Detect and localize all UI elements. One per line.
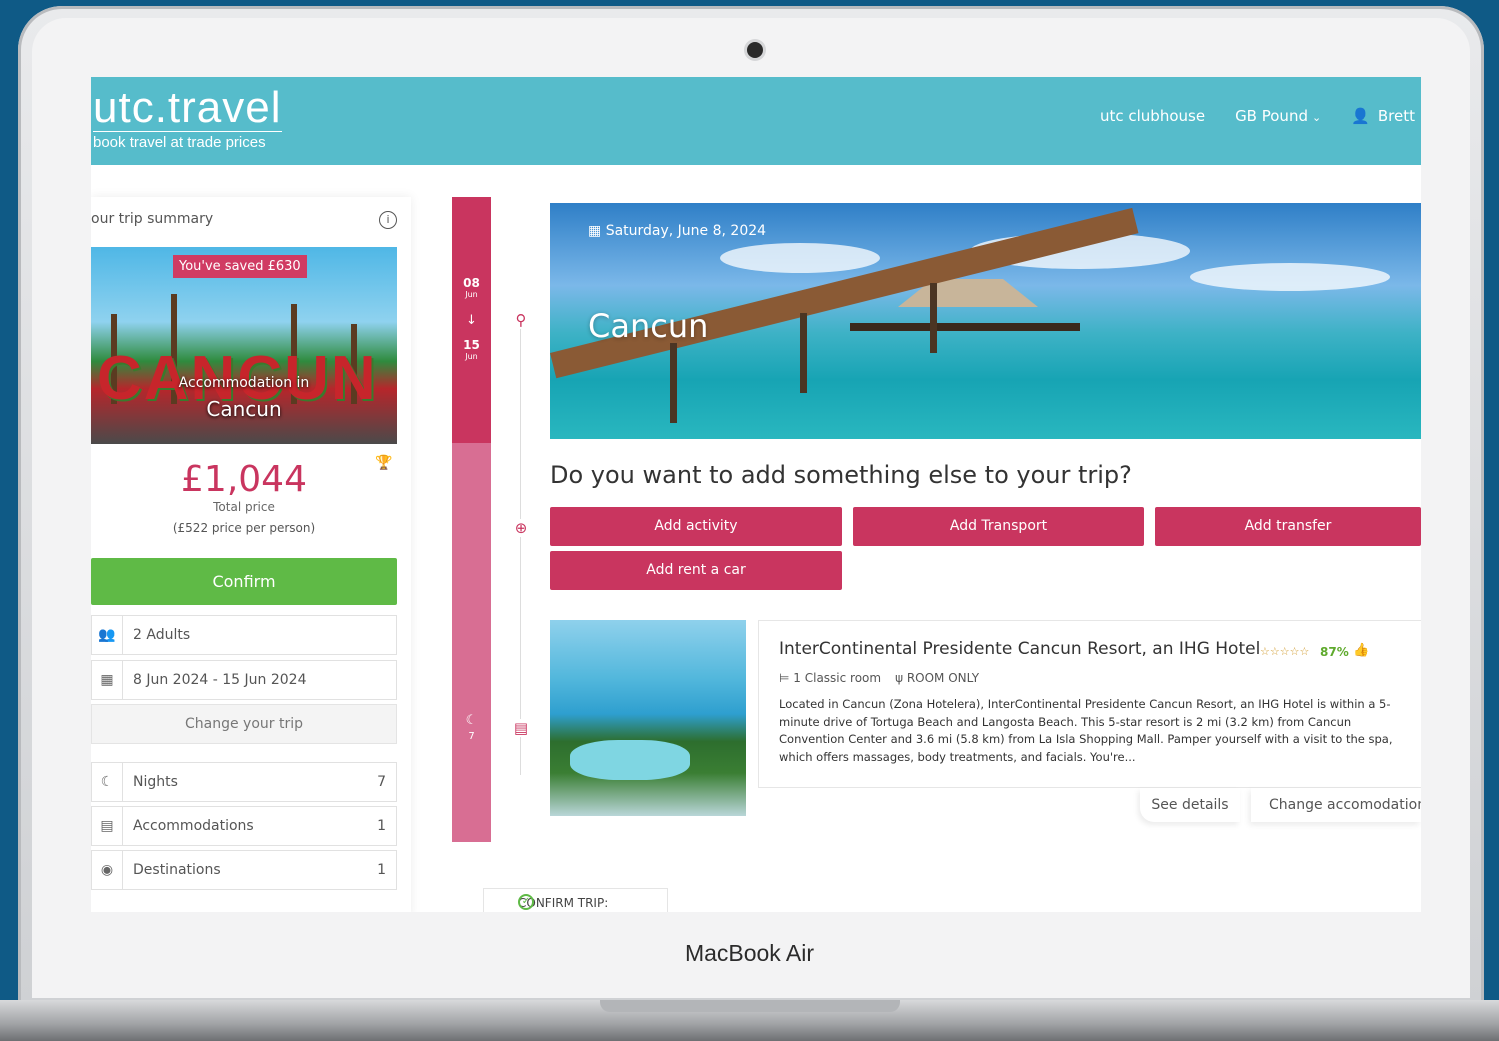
destination-image: CANCUN You've saved £630 Accommodation i… <box>91 247 397 444</box>
guest-rating: 87% <box>1320 645 1349 659</box>
accommodation-label: Accommodation in <box>178 375 310 391</box>
timeline-start-date: 08 Jun <box>452 277 491 301</box>
add-circle-icon[interactable]: ⊕ <box>512 519 530 537</box>
nights-count: 7 <box>377 774 386 790</box>
logo-text: utc.travel <box>93 83 282 132</box>
browser-screen: utc.travel book travel at trade prices u… <box>91 77 1421 912</box>
check-circle-icon: ✓ <box>518 894 534 910</box>
room-info: ⊨ 1 Classic room <box>779 671 881 685</box>
price-per-person: (£522 price per person) <box>172 521 316 535</box>
nights-label: Nights <box>133 774 178 790</box>
timeline-connector <box>520 315 521 775</box>
add-transport-button[interactable]: Add Transport <box>853 507 1144 546</box>
hotel-meta: ⊨ 1 Classic room ψ ROOM ONLY <box>779 671 979 685</box>
destinations-count: 1 <box>377 862 386 878</box>
thumbs-up-icon: 👍 <box>1353 643 1370 658</box>
accommodations-row: ▤ Accommodations 1 <box>91 806 397 846</box>
board-text: ROOM ONLY <box>906 671 980 685</box>
board-info: ψ ROOM ONLY <box>895 671 979 685</box>
end-day: 15 <box>463 338 480 352</box>
confirm-trip-tab[interactable]: ✓ CONFIRM TRIP: <box>483 888 668 912</box>
hero-city: Cancun <box>588 307 709 345</box>
timeline-nights-count: 7 <box>468 731 475 742</box>
hotel-name[interactable]: InterContinental Presidente Cancun Resor… <box>779 639 1260 659</box>
bed-icon: ▤ <box>92 807 123 845</box>
savings-badge: You've saved £630 <box>173 255 307 278</box>
nav-clubhouse[interactable]: utc clubhouse <box>1100 107 1205 125</box>
trip-summary-title: our trip summary <box>91 211 214 227</box>
hero-date-text: Saturday, June 8, 2024 <box>605 223 767 239</box>
star-rating-icon: ☆☆☆☆☆ <box>1260 645 1310 658</box>
destinations-row: ◉ Destinations 1 <box>91 850 397 890</box>
change-trip-button[interactable]: Change your trip <box>91 704 397 744</box>
cutlery-icon: ψ <box>895 671 907 685</box>
trip-summary-header: our trip summary i <box>91 211 397 229</box>
pier-post <box>930 283 937 353</box>
location-pin-icon: ◉ <box>92 851 123 889</box>
start-day: 08 <box>463 276 480 290</box>
hotel-image[interactable] <box>550 620 746 816</box>
location-pin-icon: ⚲ <box>512 311 530 329</box>
calendar-icon: ▦ <box>588 223 606 239</box>
currency-label: GB Pound <box>1235 107 1308 125</box>
cloud <box>720 243 880 273</box>
accommodations-label: Accommodations <box>133 818 254 834</box>
destination-hero: ▦ Saturday, June 8, 2024 Cancun <box>550 203 1421 439</box>
user-name: Brett <box>1377 107 1415 125</box>
bed-icon: ▤ <box>512 719 530 737</box>
hotel-description: Located in Cancun (Zona Hotelera), Inter… <box>779 697 1393 764</box>
info-icon[interactable]: i <box>379 211 397 229</box>
pier-post <box>800 313 807 393</box>
jetty <box>850 323 1080 331</box>
add-activity-button[interactable]: Add activity <box>550 507 842 546</box>
total-price-label: Total price <box>213 500 275 514</box>
top-navbar: utc.travel book travel at trade prices u… <box>91 77 1421 165</box>
logo-tagline: book travel at trade prices <box>93 131 282 151</box>
laptop-notch <box>600 1000 900 1012</box>
see-details-button[interactable]: See details <box>1140 788 1240 822</box>
hotel-card: InterContinental Presidente Cancun Resor… <box>758 620 1421 788</box>
pier-post <box>670 343 677 423</box>
chevron-down-icon: ⌄ <box>1311 111 1322 124</box>
trip-summary-panel: our trip summary i CANCUN You've saved £… <box>91 197 411 912</box>
start-month: Jun <box>465 290 478 299</box>
camera-icon <box>747 42 763 58</box>
bed-icon: ⊨ <box>779 671 794 685</box>
user-menu[interactable]: 👤 Brett <box>1351 107 1415 125</box>
room-text: 1 Classic room <box>793 671 882 685</box>
total-price: £1,044 <box>181 459 307 500</box>
addons-question: Do you want to add something else to you… <box>550 461 1132 489</box>
travellers-field[interactable]: 👥 2 Adults <box>91 615 397 655</box>
travellers-value: 2 Adults <box>133 627 191 643</box>
destinations-label: Destinations <box>133 862 221 878</box>
accommodation-city: Cancun <box>206 397 282 421</box>
top-nav: utc clubhouse GB Pound ⌄ 👤 Brett <box>1100 107 1415 125</box>
end-month: Jun <box>465 352 478 361</box>
confirm-button[interactable]: Confirm <box>91 558 397 605</box>
people-icon: 👥 <box>92 616 123 654</box>
add-transfer-button[interactable]: Add transfer <box>1155 507 1421 546</box>
hero-date: ▦ Saturday, June 8, 2024 <box>588 223 766 239</box>
moon-icon: ☾ <box>92 763 123 801</box>
user-icon: 👤 <box>1351 107 1370 125</box>
add-rent-a-car-button[interactable]: Add rent a car <box>550 551 842 590</box>
moon-icon: ☾ <box>465 713 478 728</box>
logo[interactable]: utc.travel book travel at trade prices <box>93 83 282 151</box>
change-accommodation-button[interactable]: Change accomodation <box>1251 788 1421 822</box>
calendar-icon: ▦ <box>92 661 123 699</box>
accommodations-count: 1 <box>377 818 386 834</box>
currency-dropdown[interactable]: GB Pound ⌄ <box>1235 107 1321 125</box>
dates-value: 8 Jun 2024 - 15 Jun 2024 <box>133 672 307 688</box>
timeline-end-date: 15 Jun <box>452 339 491 363</box>
nights-row: ☾ Nights 7 <box>91 762 397 802</box>
cloud <box>1190 263 1390 291</box>
timeline-nights: ☾ 7 <box>452 713 491 743</box>
device-brand: MacBook Air <box>684 940 815 966</box>
arrow-down-icon: ↓ <box>466 313 477 328</box>
pool <box>570 740 690 780</box>
dates-field[interactable]: ▦ 8 Jun 2024 - 15 Jun 2024 <box>91 660 397 700</box>
